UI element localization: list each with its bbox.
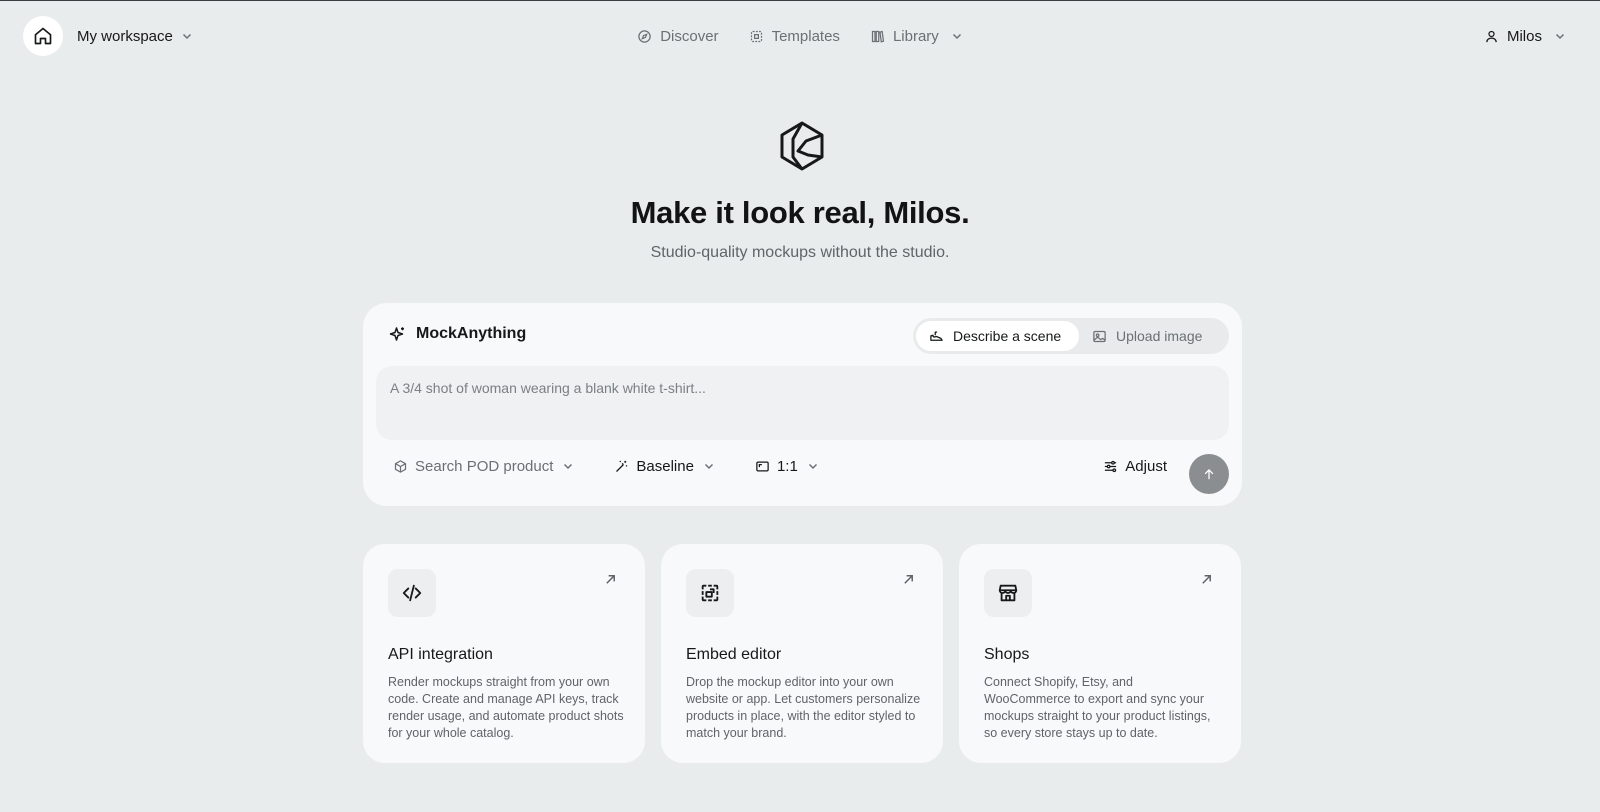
nav-templates-label: Templates [771, 27, 840, 45]
adjust-label: Adjust [1125, 457, 1167, 475]
code-icon [402, 584, 422, 602]
user-icon [1486, 30, 1497, 42]
nav-library[interactable]: Library [870, 26, 963, 46]
card-icon-box [984, 569, 1032, 617]
chevron-down-icon [704, 463, 713, 470]
mode-toggle: Describe a scene Upload image [913, 318, 1229, 354]
composer-brand-label: MockAnything [416, 325, 527, 342]
arrow-up-right-icon [606, 575, 615, 584]
model-label: Baseline [636, 457, 694, 475]
arrow-up-right-icon [1202, 575, 1211, 584]
composer-brand: MockAnything [389, 325, 526, 343]
prompt-input[interactable] [376, 366, 1229, 440]
top-bar: My workspace Discover Templates Library … [0, 1, 1600, 71]
main-nav: Discover Templates Library [0, 26, 1600, 46]
brand-logo-icon [780, 121, 824, 171]
mode-upload-image[interactable]: Upload image [1079, 321, 1215, 351]
card-description: Render mockups straight from your own co… [388, 675, 624, 740]
chevron-down-icon [1555, 33, 1565, 40]
composer-options: Search POD product Baseline 1:1 [393, 456, 819, 476]
page: My workspace Discover Templates Library … [0, 0, 1600, 812]
aspect-ratio-icon [756, 461, 769, 471]
chevron-down-icon [564, 463, 573, 470]
card-embed-editor[interactable]: Embed editor Drop the mockup editor into… [661, 544, 943, 763]
embed-icon [701, 584, 719, 602]
nav-discover-label: Discover [660, 27, 719, 45]
sneaker-icon [930, 331, 943, 341]
card-icon-box [686, 569, 734, 617]
templates-icon [750, 30, 762, 42]
nav-library-label: Library [892, 27, 939, 45]
card-icon-box [388, 569, 436, 617]
product-search-label: Search POD product [415, 457, 554, 475]
card-api-integration[interactable]: API integration Render mockups straight … [363, 544, 645, 763]
chevron-down-icon [952, 33, 961, 40]
mode-describe-scene[interactable]: Describe a scene [916, 321, 1079, 351]
prompt-composer: MockAnything Describe a scene Upload ima… [363, 303, 1242, 506]
image-icon [1093, 330, 1106, 342]
aspect-ratio-label: 1:1 [776, 457, 798, 475]
compass-icon [638, 29, 651, 43]
page-subtitle: Studio-quality mockups without the studi… [650, 244, 950, 261]
user-menu[interactable]: Milos [1484, 26, 1566, 46]
mode-describe-label: Describe a scene [953, 328, 1062, 344]
arrow-up-icon [1204, 469, 1214, 480]
store-icon [998, 584, 1018, 602]
mode-upload-label: Upload image [1116, 328, 1203, 344]
send-button[interactable] [1189, 454, 1229, 494]
page-title: Make it look real, Milos. [630, 195, 970, 230]
card-title: Embed editor [686, 646, 782, 663]
nav-discover[interactable]: Discover [637, 26, 719, 46]
chevron-down-icon [808, 463, 817, 470]
card-shops[interactable]: Shops Connect Shopify, Etsy, and WooComm… [959, 544, 1241, 763]
nav-templates[interactable]: Templates [749, 26, 840, 46]
product-search-select[interactable]: Search POD product [393, 456, 574, 476]
card-description: Connect Shopify, Etsy, and WooCommerce t… [984, 675, 1211, 740]
card-title: API integration [388, 646, 493, 663]
arrow-up-right-icon [904, 575, 913, 584]
aspect-ratio-select[interactable]: 1:1 [755, 456, 819, 476]
model-select[interactable]: Baseline [614, 456, 715, 476]
sparkle-icon [389, 327, 404, 341]
adjust-button[interactable]: Adjust [1103, 456, 1167, 476]
user-name: Milos [1506, 27, 1542, 45]
card-description: Drop the mockup editor into your own web… [686, 675, 921, 740]
sliders-icon [1105, 460, 1117, 472]
magic-wand-icon [616, 460, 628, 472]
library-icon [871, 30, 885, 43]
card-title: Shops [984, 646, 1030, 663]
cube-icon [394, 459, 407, 473]
